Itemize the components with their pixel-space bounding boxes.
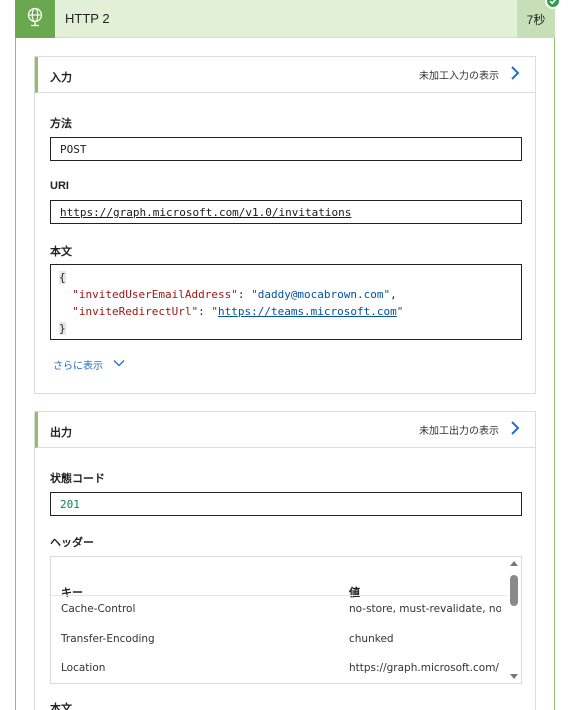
action-icon-box — [15, 0, 55, 38]
header-value: https://graph.microsoft.com/ — [349, 662, 499, 674]
header-key: Transfer-Encoding — [61, 633, 155, 645]
show-raw-output-link[interactable]: 未加工出力の表示 — [419, 422, 499, 437]
uri-value[interactable]: https://graph.microsoft.com/v1.0/invitat… — [60, 206, 351, 219]
header-value: no-store, must-revalidate, no-... — [349, 603, 501, 615]
input-section: 入力 未加工入力の表示 方法 POST URI https://graph.mi… — [34, 56, 536, 394]
header-key: Cache-Control — [61, 603, 136, 615]
show-more-link[interactable]: さらに表示 — [53, 357, 125, 372]
status-code-value: 201 — [60, 498, 80, 511]
output-section-title: 出力 — [50, 427, 72, 439]
show-more-label: さらに表示 — [53, 361, 103, 372]
chevron-right-icon[interactable] — [509, 420, 521, 436]
method-field: POST — [50, 137, 522, 161]
action-title: HTTP 2 — [65, 11, 110, 26]
scrollbar-thumb[interactable] — [510, 575, 518, 606]
uri-label: URI — [50, 180, 69, 192]
output-section-header: 出力 未加工出力の表示 — [35, 412, 535, 448]
status-code-field: 201 — [50, 492, 522, 516]
method-value: POST — [60, 143, 87, 156]
table-row: Transfer-Encoding chunked — [51, 625, 509, 654]
scroll-up-icon[interactable] — [510, 561, 518, 566]
json-value: "daddy@mocabrown.com" — [251, 288, 391, 301]
uri-field: https://graph.microsoft.com/v1.0/invitat… — [50, 200, 522, 224]
header-value: chunked — [349, 633, 394, 645]
method-label: 方法 — [50, 118, 72, 130]
chevron-down-icon — [113, 359, 125, 370]
json-key: "inviteRedirectUrl" — [72, 305, 199, 318]
headers-table: キー 値 Cache-Control no-store, must-revali… — [50, 556, 522, 684]
input-section-header: 入力 未加工入力の表示 — [35, 57, 535, 93]
json-url-value[interactable]: https://teams.microsoft.com — [218, 305, 397, 318]
json-open-brace: { — [59, 271, 66, 284]
chevron-right-icon[interactable] — [509, 65, 521, 81]
json-close-brace: } — [59, 322, 66, 335]
globe-icon — [26, 7, 44, 32]
table-row: Location https://graph.microsoft.com/ — [51, 654, 509, 683]
output-section: 出力 未加工出力の表示 状態コード 201 ヘッダー キー 値 Cache-Co… — [34, 411, 536, 710]
input-section-title: 入力 — [50, 72, 72, 84]
headers-scrollbar[interactable] — [507, 557, 521, 683]
header-key: Location — [61, 662, 106, 674]
table-row: Cache-Control no-store, must-revalidate,… — [51, 595, 509, 624]
scroll-down-icon[interactable] — [510, 674, 518, 679]
status-code-label: 状態コード — [50, 473, 105, 485]
body-code-field: { "invitedUserEmailAddress": "daddy@moca… — [50, 264, 522, 340]
output-body-label: 本文 — [50, 703, 72, 710]
action-header[interactable]: HTTP 2 7秒 — [15, 0, 555, 38]
body-label: 本文 — [50, 246, 72, 258]
show-raw-input-link[interactable]: 未加工入力の表示 — [419, 67, 499, 82]
headers-label: ヘッダー — [50, 537, 94, 549]
json-key: "invitedUserEmailAddress" — [72, 288, 238, 301]
